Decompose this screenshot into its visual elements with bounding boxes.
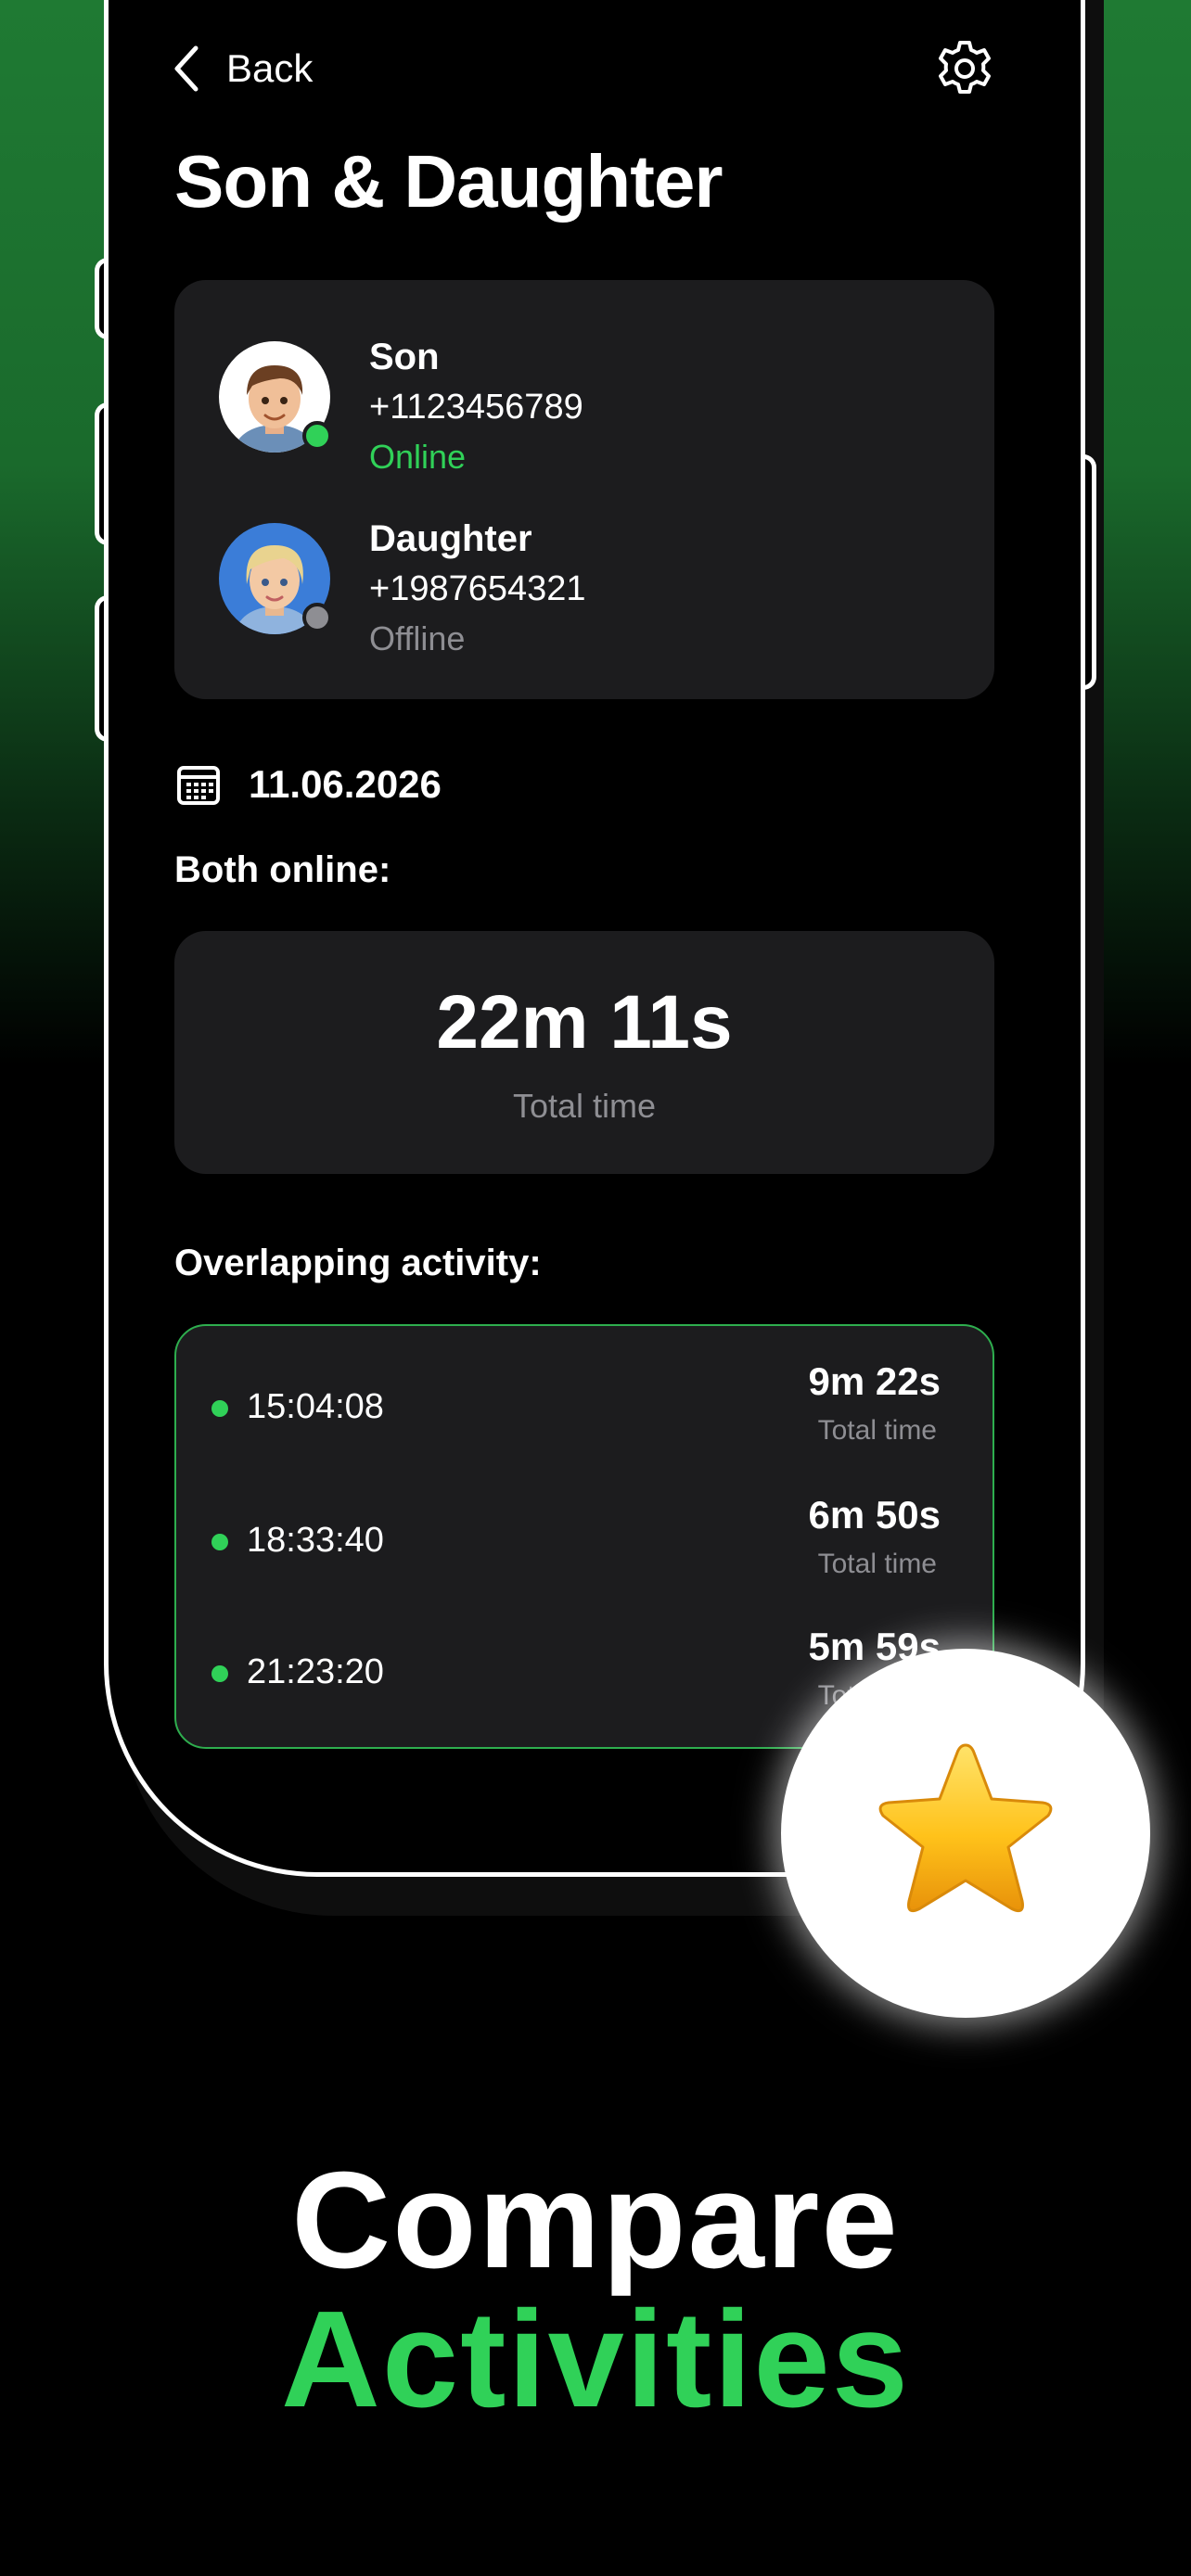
activity-duration: 9m 22s [808, 1359, 941, 1403]
online-dot-icon [211, 1534, 228, 1550]
both-online-label: Both online: [174, 849, 391, 890]
activity-start-time: 15:04:08 [247, 1387, 384, 1426]
star-badge [781, 1649, 1150, 2018]
activity-start-time: 18:33:40 [247, 1521, 384, 1560]
contact-status: Offline [369, 619, 466, 657]
activity-duration: 6m 50s [808, 1493, 941, 1537]
contact-item-daughter[interactable]: Daughter +1987654321 Offline [219, 518, 586, 664]
headline-line-1: Compare [291, 2144, 900, 2297]
back-button[interactable]: Back [171, 37, 313, 100]
back-label: Back [226, 46, 314, 90]
contact-phone: +1123456789 [369, 388, 583, 427]
online-dot-icon [211, 1400, 228, 1417]
date-selector[interactable]: 11.06.2026 [176, 762, 442, 807]
status-online-dot [302, 421, 332, 451]
list-item[interactable]: 18:33:40 6m 50s Total time [176, 1493, 992, 1595]
activity-duration-caption: Total time [817, 1549, 937, 1579]
headline-line-2: Activities [280, 2283, 911, 2436]
date-label: 11.06.2026 [249, 762, 442, 806]
contact-phone: +1987654321 [369, 569, 586, 608]
chevron-left-icon [174, 45, 198, 92]
activity-start-time: 21:23:20 [247, 1652, 384, 1691]
contact-item-son[interactable]: Son +1123456789 Online [219, 337, 583, 482]
online-dot-icon [211, 1665, 228, 1682]
total-time-caption: Total time [512, 1087, 657, 1125]
contact-name: Son [369, 337, 440, 377]
overlapping-activity-label: Overlapping activity: [174, 1243, 542, 1283]
contact-status: Online [369, 438, 467, 476]
total-time-card: 22m 11s Total time [174, 931, 994, 1174]
star-icon [878, 1743, 1053, 1913]
list-item[interactable]: 15:04:08 9m 22s Total time [176, 1359, 992, 1461]
page-title: Son & Daughter [174, 140, 723, 223]
contacts-card: Son +1123456789 Online Daughter +1987654… [174, 280, 994, 699]
contact-name: Daughter [369, 518, 532, 559]
avatar [219, 341, 332, 453]
status-offline-dot [302, 603, 332, 632]
calendar-icon [177, 766, 220, 805]
gear-icon[interactable] [935, 39, 994, 98]
total-time-value: 22m 11s [436, 980, 733, 1065]
avatar [219, 523, 332, 634]
activity-duration-caption: Total time [817, 1415, 937, 1446]
